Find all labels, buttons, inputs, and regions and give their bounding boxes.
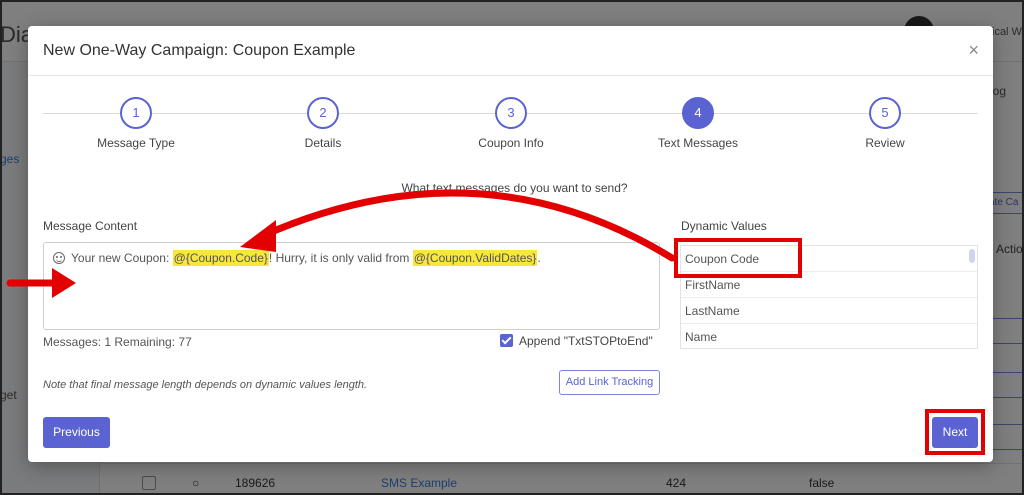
dynamic-value-lastname[interactable]: LastName — [681, 298, 977, 324]
dynamic-token: @{Coupon.ValidDates} — [412, 250, 538, 266]
step-label: Details — [304, 136, 342, 150]
message-content-label: Message Content — [43, 219, 138, 233]
step-label: Message Type — [97, 136, 175, 150]
campaign-modal: New One-Way Campaign: Coupon Example × 1… — [28, 26, 993, 462]
length-note: Note that final message length depends o… — [43, 379, 368, 391]
modal-header: New One-Way Campaign: Coupon Example × — [28, 26, 993, 76]
section-question: What text messages do you want to send? — [401, 181, 628, 195]
dynamic-values-label: Dynamic Values — [681, 219, 767, 233]
step-label: Coupon Info — [478, 136, 544, 150]
annotation-box-next — [925, 409, 985, 455]
step-number[interactable]: 2 — [307, 97, 339, 129]
modal-title: New One-Way Campaign: Coupon Example — [43, 42, 356, 59]
previous-button[interactable]: Previous — [43, 417, 110, 448]
checkbox-checked-icon[interactable] — [500, 334, 513, 347]
message-text: Your new Coupon: — [71, 251, 173, 265]
emoji-icon[interactable] — [53, 252, 65, 264]
message-text: . — [537, 251, 541, 265]
step-number[interactable]: 1 — [120, 97, 152, 129]
close-icon[interactable]: × — [968, 40, 979, 61]
step-text-messages[interactable]: 4 Text Messages — [618, 97, 778, 150]
message-text: ! Hurry, it is only valid from — [268, 251, 413, 265]
append-label: Append "TxtSTOPtoEnd" — [519, 334, 653, 348]
step-review[interactable]: 5 Review — [805, 97, 965, 150]
step-message-type[interactable]: 1 Message Type — [56, 97, 216, 150]
step-details[interactable]: 2 Details — [243, 97, 403, 150]
add-link-tracking-button[interactable]: Add Link Tracking — [559, 370, 660, 395]
step-number[interactable]: 4 — [682, 97, 714, 129]
message-counts: Messages: 1 Remaining: 77 — [43, 335, 192, 349]
dynamic-token: @{Coupon.Code} — [172, 250, 269, 266]
dynamic-value-name[interactable]: Name — [681, 324, 977, 348]
annotation-box-coupon-code — [674, 238, 802, 278]
step-coupon-info[interactable]: 3 Coupon Info — [431, 97, 591, 150]
step-label: Text Messages — [657, 136, 739, 150]
scrollbar[interactable] — [969, 249, 975, 263]
message-content-editor[interactable]: Your new Coupon: @{Coupon.Code}! Hurry, … — [43, 242, 660, 330]
step-label: Review — [865, 136, 905, 150]
step-number[interactable]: 3 — [495, 97, 527, 129]
step-number[interactable]: 5 — [869, 97, 901, 129]
append-stop-checkbox[interactable]: Append "TxtSTOPtoEnd" — [500, 334, 653, 348]
